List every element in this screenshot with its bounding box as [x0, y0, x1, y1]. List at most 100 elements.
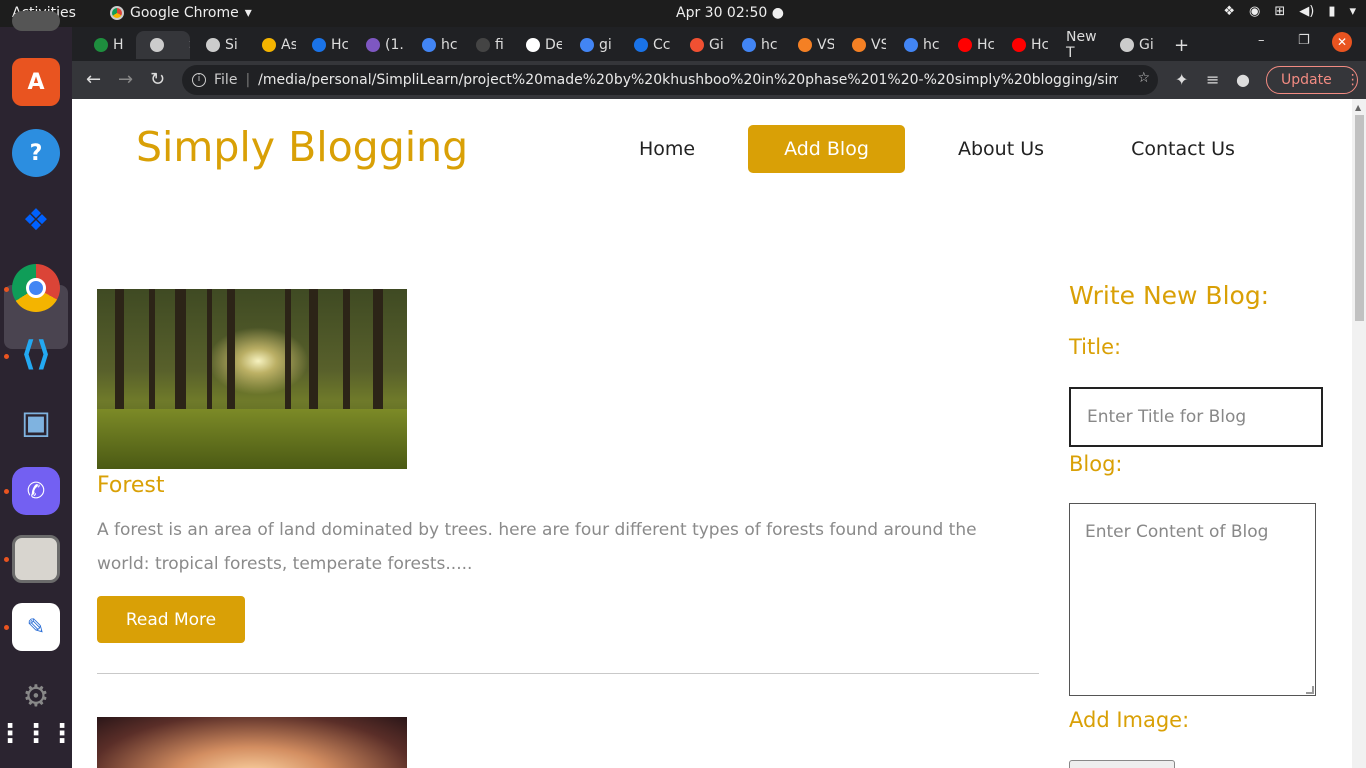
network-icon[interactable]: ⊞	[1274, 4, 1285, 19]
battery-icon[interactable]: ▮	[1328, 4, 1335, 19]
browser-tab[interactable]: Si	[192, 31, 242, 59]
virtualbox-icon[interactable]: ▣	[12, 398, 60, 446]
browser-tab[interactable]: New T	[1052, 31, 1102, 59]
nav-about-us[interactable]: About Us	[941, 125, 1061, 173]
running-indicator	[4, 557, 9, 562]
tab-strip: H ✕ Si As Hc (1. hc fi De gi Cc Gi hc VS VS hc Hc Hc New T…	[72, 27, 1366, 61]
help-icon[interactable]: ?	[12, 129, 60, 177]
tab-label: Hc	[977, 37, 994, 53]
tab-label: As	[281, 37, 296, 53]
tab-label: Hc	[331, 37, 348, 53]
forest-post-image	[97, 289, 407, 469]
tab-favicon-icon	[94, 38, 108, 52]
nav-home[interactable]: Home	[617, 125, 717, 173]
chrome-icon	[110, 6, 124, 20]
dock-partial-app-icon[interactable]	[12, 11, 60, 31]
viber-icon[interactable]: ✆	[12, 467, 60, 515]
browser-tab[interactable]: Gi	[676, 31, 724, 59]
browser-tab[interactable]: VS	[838, 31, 886, 59]
vscode-icon[interactable]: ⟨⟩	[12, 330, 60, 378]
browser-tab[interactable]: As	[248, 31, 296, 59]
browser-tab[interactable]: VS	[784, 31, 834, 59]
volume-icon[interactable]: ◀)	[1299, 4, 1314, 19]
page-scrollbar[interactable]: ▲	[1352, 99, 1366, 768]
running-indicator	[4, 489, 9, 494]
maximize-icon[interactable]: ❐	[1298, 33, 1310, 48]
reading-list-icon[interactable]: ≡	[1206, 70, 1219, 89]
tab-favicon-icon	[580, 38, 594, 52]
blog-content-textarea[interactable]: Enter Content of Blog	[1069, 503, 1316, 696]
tab-favicon-icon	[1012, 38, 1026, 52]
browser-tab[interactable]: fi	[462, 31, 508, 59]
read-more-button[interactable]: Read More	[97, 596, 245, 643]
browser-tab[interactable]: hc	[408, 31, 458, 59]
scrollbar-thumb[interactable]	[1355, 115, 1364, 321]
tab-close-icon[interactable]: ✕	[188, 38, 190, 53]
profile-icon[interactable]: ●	[1236, 70, 1250, 89]
browser-tab[interactable]: Gi	[1106, 31, 1156, 59]
browser-tab[interactable]: Hc	[998, 31, 1048, 59]
tab-favicon-icon	[366, 38, 380, 52]
browser-tab[interactable]: hc	[728, 31, 780, 59]
dropbox-tray-icon[interactable]: ❖	[1223, 4, 1235, 19]
tab-favicon-icon	[312, 38, 326, 52]
tab-label: (1.	[385, 37, 404, 53]
browser-tab[interactable]: De	[512, 31, 562, 59]
address-bar[interactable]: i File | /media/personal/SimpliLearn/pro…	[182, 65, 1158, 95]
post-title[interactable]: Forest	[97, 473, 165, 498]
tab-favicon-icon	[742, 38, 756, 52]
browser-tab[interactable]: H	[80, 31, 130, 59]
forward-icon[interactable]: →	[118, 69, 133, 90]
browser-tab[interactable]: ✕	[136, 31, 190, 59]
new-tab-button[interactable]: +	[1174, 35, 1189, 56]
extensions-icon[interactable]: ✦	[1175, 70, 1188, 89]
tab-label: Si	[225, 37, 238, 53]
menu-kebab-icon[interactable]: ⋮	[1346, 72, 1360, 88]
add-image-label: Add Image:	[1069, 708, 1190, 732]
back-icon[interactable]: ←	[86, 69, 101, 90]
form-heading: Write New Blog:	[1069, 281, 1270, 310]
minimize-icon[interactable]: –	[1258, 33, 1265, 48]
dropbox-icon[interactable]: ❖	[12, 196, 60, 244]
title-label: Title:	[1069, 335, 1122, 359]
tab-label: Gi	[1139, 37, 1154, 53]
tab-label: hc	[441, 37, 458, 53]
nav-add-blog[interactable]: Add Blog	[748, 125, 905, 173]
system-tray[interactable]: ❖ ◉ ⊞ ◀) ▮ ▾	[1223, 4, 1356, 19]
blog-title-input[interactable]: Enter Title for Blog	[1069, 387, 1323, 447]
browser-tab[interactable]: Hc	[944, 31, 994, 59]
tab-label: New T	[1066, 31, 1097, 59]
scroll-up-icon[interactable]: ▲	[1355, 103, 1361, 112]
show-apps-icon[interactable]: ⋮⋮⋮	[0, 710, 75, 758]
viber-tray-icon[interactable]: ◉	[1249, 4, 1260, 19]
choose-file-button[interactable]	[1069, 760, 1175, 768]
url-text[interactable]: /media/personal/SimpliLearn/project%20ma…	[258, 72, 1118, 88]
window-close-icon[interactable]: ✕	[1332, 32, 1352, 52]
browser-tab[interactable]: Cc	[620, 31, 672, 59]
update-button[interactable]: Update ⋮	[1266, 66, 1360, 94]
reload-icon[interactable]: ↻	[150, 69, 165, 90]
site-logo[interactable]: Simply Blogging	[136, 123, 468, 171]
files-icon[interactable]	[12, 535, 60, 583]
tab-favicon-icon	[1120, 38, 1134, 52]
chrome-icon[interactable]	[12, 264, 60, 312]
app-menu[interactable]: Google Chrome ▾	[110, 5, 252, 21]
nav-contact-us[interactable]: Contact Us	[1113, 125, 1253, 173]
browser-tab[interactable]: hc	[890, 31, 940, 59]
software-center-icon[interactable]: A	[12, 58, 60, 106]
browser-tab[interactable]: gi	[566, 31, 616, 59]
tab-favicon-icon	[904, 38, 918, 52]
url-separator: |	[245, 72, 251, 88]
bookmark-star-icon[interactable]: ☆	[1137, 70, 1150, 86]
tab-favicon-icon	[526, 38, 540, 52]
system-menu-caret-icon[interactable]: ▾	[1349, 4, 1356, 19]
browser-tab[interactable]: Hc	[298, 31, 348, 59]
tab-favicon-icon	[206, 38, 220, 52]
resize-grip-icon[interactable]	[1306, 686, 1314, 694]
browser-tab[interactable]: (1.	[352, 31, 404, 59]
tab-favicon-icon	[634, 38, 648, 52]
tab-favicon-icon	[150, 38, 164, 52]
site-info-icon[interactable]: i	[192, 73, 206, 87]
text-editor-icon[interactable]: ✎	[12, 603, 60, 651]
clock[interactable]: Apr 30 02:50 ●	[676, 5, 784, 21]
